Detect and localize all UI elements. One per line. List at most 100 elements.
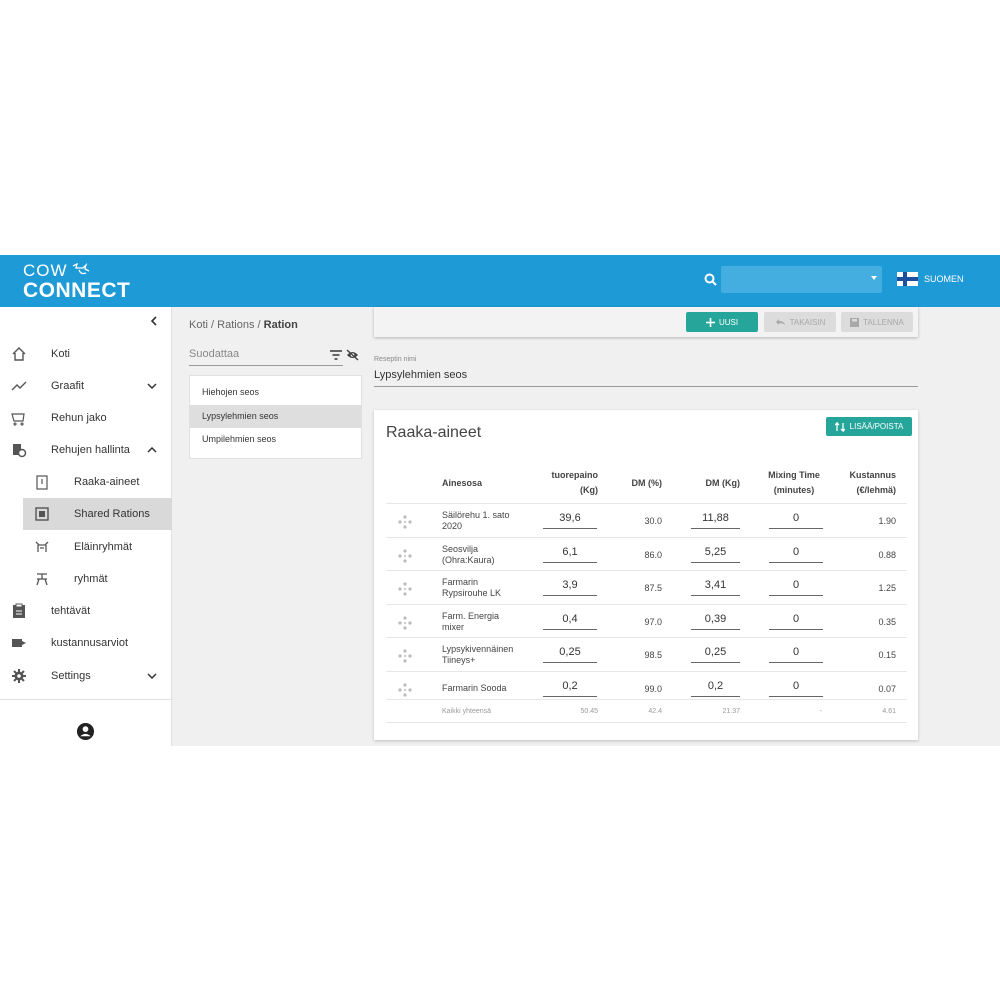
list-item[interactable]: Hiehojen seos: [190, 381, 361, 404]
list-item[interactable]: Lypsylehmien seos: [190, 405, 361, 428]
sidebar-item-ryhmat[interactable]: ryhmät: [0, 563, 172, 595]
sidebar-item-rehujen-hallinta[interactable]: Rehujen hallinta: [0, 434, 172, 466]
search-select[interactable]: [721, 266, 882, 293]
sidebar-item-raaka-aineet[interactable]: Raaka-aineet: [0, 466, 172, 498]
total-fresh: 50.45: [580, 708, 598, 715]
ingredient-name-line: (Ohra:Kaura): [442, 554, 495, 565]
ingredient-name-line: Farmarin: [442, 577, 479, 587]
table-row: Farmarin Rypsirouhe LK 3,9 87.5 3,41 0 1.25: [386, 570, 907, 604]
language-label: SUOMEN: [924, 274, 964, 284]
table-row: Lypsykivennäinen Tiineys+ 0,25 98.5 0,25 0 0.1…: [386, 637, 907, 671]
sidebar-item-label: Settings: [51, 670, 91, 682]
filter-input[interactable]: Suodattaa: [189, 348, 343, 366]
save-button-label: TALLENNA: [863, 317, 904, 327]
add-remove-button[interactable]: LISÄÄ/POISTA: [826, 417, 912, 436]
column-header-line: Kustannus: [849, 470, 896, 480]
eye-off-icon[interactable]: [346, 349, 359, 361]
language-selector[interactable]: SUOMEN: [897, 272, 964, 286]
mixing-time-input[interactable]: 0: [769, 610, 823, 630]
fresh-weight-input[interactable]: 39,6: [543, 509, 597, 529]
sidebar-item-graafit[interactable]: Graafit: [0, 370, 172, 402]
recipe-name-input[interactable]: Lypsylehmien seos: [374, 369, 918, 387]
sidebar-item-shared-rations[interactable]: Shared Rations: [23, 498, 172, 530]
fresh-weight-input[interactable]: 0,4: [543, 610, 597, 630]
fresh-weight-input[interactable]: 3,9: [543, 576, 597, 596]
sidebar-item-settings[interactable]: Settings: [0, 660, 172, 692]
drag-handle-icon[interactable]: [398, 649, 412, 663]
sidebar-item-koti[interactable]: Koti: [0, 338, 172, 370]
feed-settings-icon: [10, 441, 28, 459]
wagon-icon: [10, 409, 28, 427]
collapse-sidebar-button[interactable]: [150, 315, 158, 329]
cost-value: 0.15: [878, 650, 896, 660]
ingredient-name-line: Farm. Energia: [442, 610, 500, 621]
mixing-time-input[interactable]: 0: [769, 643, 823, 663]
cow-icon: [72, 263, 89, 275]
dm-kg-input[interactable]: 3,41: [691, 576, 740, 596]
cost-value: 0.07: [878, 683, 896, 694]
sidebar-item-rehun-jako[interactable]: Rehun jako: [0, 402, 172, 434]
groups-icon: [33, 570, 51, 588]
drag-handle-icon[interactable]: [398, 682, 412, 697]
dm-kg-input[interactable]: 5,25: [691, 543, 740, 563]
mixing-time-input[interactable]: 0: [769, 543, 823, 563]
dm-percent-value: 97.0: [644, 616, 662, 627]
list-item[interactable]: Umpilehmien seos: [190, 428, 361, 451]
sidebar-item-label: Eläinryhmät: [74, 541, 133, 553]
breadcrumb-separator: /: [211, 319, 215, 331]
account-icon[interactable]: [76, 722, 95, 741]
silo-icon: [33, 473, 51, 491]
add-remove-label: LISÄÄ/POISTA: [849, 422, 904, 431]
drag-handle-icon[interactable]: [398, 515, 412, 529]
new-button[interactable]: UUSI: [686, 312, 758, 332]
ingredient-name: Farmarin Rypsirouhe LK: [442, 577, 501, 599]
back-button[interactable]: TAKAISIN: [764, 312, 836, 332]
fresh-weight-input[interactable]: 0,25: [543, 643, 597, 663]
drag-handle-icon[interactable]: [398, 615, 412, 630]
drag-handle-icon[interactable]: [398, 582, 412, 596]
ingredient-name: Seosvilja (Ohra:Kaura): [442, 544, 495, 566]
recipe-name-label: Reseptin nimi: [374, 356, 417, 363]
dm-kg-input[interactable]: 11,88: [691, 509, 740, 529]
finnish-flag-icon: [897, 272, 918, 286]
mixing-time-input[interactable]: 0: [769, 677, 823, 697]
dm-kg-input[interactable]: 0,2: [691, 677, 740, 697]
ingredient-name-line: Säilörehu 1. sato: [442, 510, 510, 520]
sidebar-item-tehtavat[interactable]: tehtävät: [0, 595, 172, 627]
fresh-weight-input[interactable]: 6,1: [543, 543, 597, 563]
fresh-weight-input[interactable]: 0,2: [543, 677, 597, 697]
sidebar-item-kustannusarviot[interactable]: kustannusarviot: [0, 627, 172, 659]
mixing-time-input[interactable]: 0: [769, 576, 823, 596]
cowconnect-logo[interactable]: COW CONNECT: [23, 262, 130, 302]
shared-rations-icon: [33, 505, 51, 523]
trending-up-icon: [10, 377, 28, 395]
save-button[interactable]: TALLENNA: [841, 312, 913, 332]
sidebar-item-label: Graafit: [51, 380, 85, 392]
search-icon[interactable]: [703, 272, 719, 288]
breadcrumb-rations[interactable]: Rations: [217, 319, 254, 331]
chevron-up-icon: [147, 445, 157, 456]
dm-percent-value: 86.0: [644, 549, 662, 560]
sidebar-item-elainryhmat[interactable]: Eläinryhmät: [0, 531, 172, 563]
new-button-label: UUSI: [718, 317, 739, 327]
sidebar-item-label: tehtävät: [51, 605, 91, 617]
column-header-line: tuorepaino: [551, 470, 599, 480]
drag-handle-icon[interactable]: [398, 548, 412, 563]
total-dm-kg: 21.37: [722, 708, 740, 715]
dm-kg-input[interactable]: 0,25: [691, 643, 740, 663]
swap-icon: [834, 421, 845, 432]
plus-icon: [705, 317, 715, 327]
dm-percent-value: 99.0: [644, 683, 662, 694]
chevron-down-icon: [147, 381, 157, 392]
home-icon: [10, 345, 28, 363]
top-bar: COW CONNECT SUOMEN: [0, 255, 1000, 307]
sidebar-divider: [0, 699, 172, 700]
mixing-time-input[interactable]: 0: [769, 509, 823, 529]
breadcrumb-home[interactable]: Koti: [189, 319, 208, 331]
money-icon: [10, 634, 28, 652]
column-header-ingredient: Ainesosa: [442, 478, 483, 488]
undo-icon: [775, 319, 785, 325]
filter-icon[interactable]: [330, 350, 342, 360]
dm-kg-input[interactable]: 0,39: [691, 610, 740, 630]
ingredient-name-line: mixer: [442, 621, 464, 632]
